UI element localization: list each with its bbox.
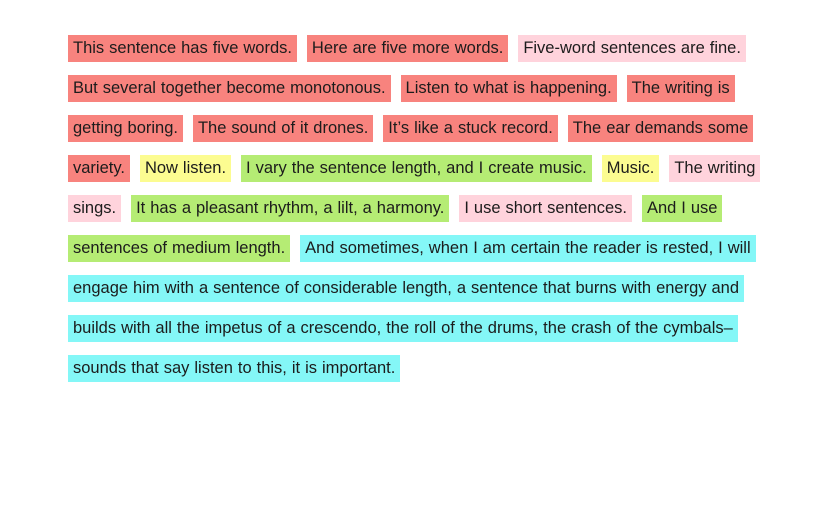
- sentence-gap: [231, 159, 241, 177]
- sentence-gap: [449, 199, 459, 217]
- sentence-gap: [659, 159, 669, 177]
- highlighted-sentence: The sound of it drones.: [192, 115, 374, 142]
- sentence-gap: [121, 199, 131, 217]
- highlighted-sentence: It has a pleasant rhythm, a lilt, a harm…: [131, 195, 450, 222]
- sentence-gap: [617, 79, 627, 97]
- sentence-gap: [183, 119, 193, 137]
- highlighted-sentence: It’s like a stuck record.: [383, 115, 558, 142]
- sentence-gap: [508, 39, 518, 57]
- sentence-gap: [391, 79, 401, 97]
- highlighted-sentence: Here are five more words.: [306, 35, 509, 62]
- highlighted-sentence: Music.: [601, 155, 660, 182]
- sentence-gap: [746, 39, 751, 57]
- highlighted-sentence: I vary the sentence length, and I create…: [241, 155, 592, 182]
- sentence-gap: [558, 119, 568, 137]
- highlighted-sentence: This sentence has five words.: [68, 35, 297, 62]
- sentence-gap: [297, 39, 307, 57]
- highlighted-sentence: But several together become monotonous.: [68, 75, 391, 102]
- highlighted-sentence: I use short sentences.: [459, 195, 632, 222]
- sentence-gap: [130, 159, 140, 177]
- sentence-gap: [592, 159, 602, 177]
- highlighted-sentence: Five-word sentences are fine.: [518, 35, 746, 62]
- highlighted-sentence: Now listen.: [139, 155, 232, 182]
- highlighted-sentence: Listen to what is happening.: [400, 75, 617, 102]
- sentence-gap: [373, 119, 383, 137]
- highlighted-prose-body: This sentence has five words. Here are f…: [68, 28, 768, 388]
- sentence-gap: [290, 239, 300, 257]
- sentence-gap: [632, 199, 642, 217]
